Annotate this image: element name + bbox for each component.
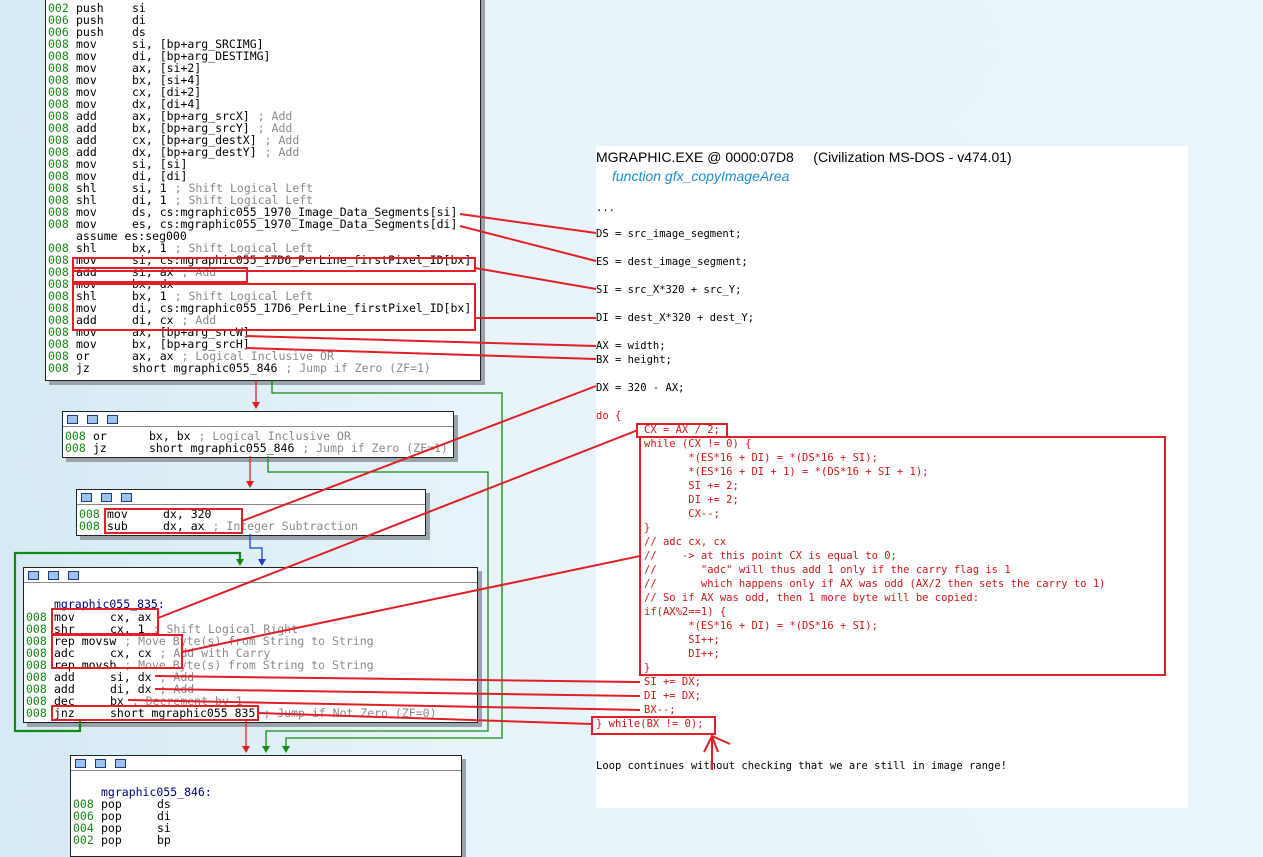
edge-arrowhead — [262, 746, 270, 753]
highlight-di-block — [72, 283, 476, 331]
link-bx — [245, 347, 597, 360]
edge-arrowhead — [236, 559, 244, 566]
highlight-jnz — [51, 705, 259, 721]
link-loop — [181, 555, 641, 653]
highlight-dx-calc — [104, 508, 243, 534]
link-si-dx — [154, 675, 641, 683]
edge-arrowhead — [246, 481, 254, 488]
highlight-shr — [51, 608, 159, 635]
link-es — [459, 225, 597, 262]
link-ax — [245, 335, 597, 347]
highlight-while-end — [591, 716, 716, 735]
highlight-add-si — [72, 267, 248, 283]
edge-arrowhead — [252, 402, 260, 409]
link-while-end — [257, 712, 593, 725]
highlight-loop-body — [639, 436, 1166, 676]
link-si — [474, 267, 597, 290]
edge-arrowhead — [258, 559, 266, 566]
highlight-rep-movsw — [51, 634, 183, 669]
edge-arrowhead — [242, 746, 250, 753]
edge-arrowhead — [282, 746, 290, 753]
edge-b3-b4 — [249, 534, 263, 561]
link-di-dx — [154, 688, 641, 697]
link-dx — [241, 385, 597, 522]
link-ds — [459, 213, 597, 234]
